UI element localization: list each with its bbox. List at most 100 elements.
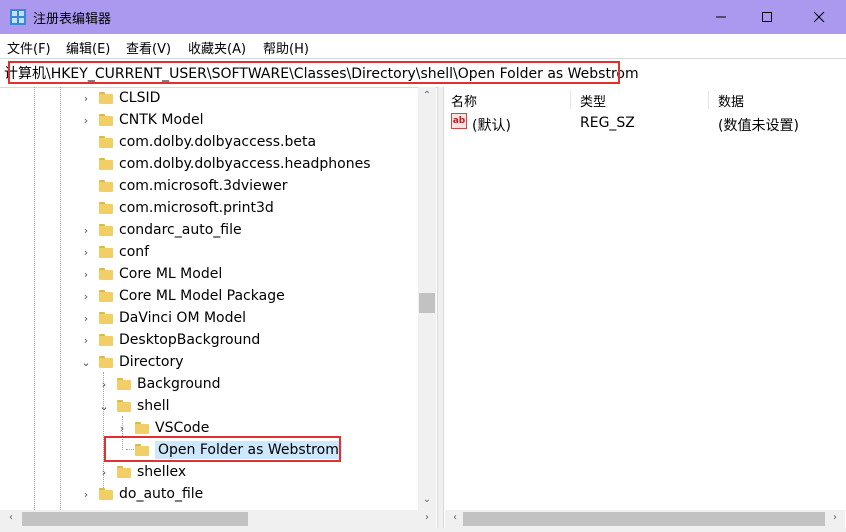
tree-item-core-ml-model-package[interactable]: › Core ML Model Package (79, 285, 285, 307)
folder-icon (99, 158, 113, 170)
tree-item-label: Core ML Model (119, 266, 223, 282)
scroll-left-arrow-icon[interactable]: ‹ (2, 512, 20, 523)
tree-item-label: com.microsoft.print3d (119, 200, 274, 216)
tree-item-conf[interactable]: › conf (79, 241, 149, 263)
close-icon (813, 11, 825, 23)
tree-item-label: DesktopBackground (119, 332, 261, 348)
menu-view[interactable]: 查看(V) (126, 38, 171, 57)
tree-horizontal-scroll-thumb[interactable] (22, 512, 248, 526)
tree-item-davinci-om-model[interactable]: › DaVinci OM Model (79, 307, 246, 329)
folder-icon (99, 92, 113, 104)
column-header-name[interactable]: 名称 (451, 91, 477, 110)
tree-item-label: conf (119, 244, 150, 260)
tree-item-label: CNTK Model (119, 112, 204, 128)
tree-item-label: shellex (137, 464, 187, 480)
maximize-button[interactable] (744, 0, 790, 34)
folder-icon (117, 378, 131, 390)
tree-item-directory[interactable]: ⌄ Directory (79, 351, 184, 373)
tree-item-dolbyaccess-headphones[interactable]: com.dolby.dolbyaccess.headphones (79, 153, 371, 175)
expand-icon (79, 201, 93, 215)
tree-item-condarc[interactable]: › condarc_auto_file (79, 219, 242, 241)
expand-icon[interactable]: › (79, 487, 93, 501)
expand-icon[interactable]: › (97, 377, 111, 391)
folder-icon (99, 114, 113, 126)
maximize-icon (762, 12, 772, 22)
expand-icon (79, 179, 93, 193)
tree-item-clsid[interactable]: › CLSID (79, 87, 161, 109)
folder-icon (99, 246, 113, 258)
tree-item-label: com.dolby.dolbyaccess.headphones (119, 156, 371, 172)
folder-icon (99, 202, 113, 214)
folder-icon (99, 180, 113, 192)
expand-icon[interactable]: › (79, 113, 93, 127)
expand-icon[interactable]: › (79, 311, 93, 325)
menu-file[interactable]: 文件(F) (7, 38, 51, 57)
expand-icon[interactable]: › (115, 421, 129, 435)
address-highlight-box (8, 61, 620, 84)
folder-icon (99, 488, 113, 500)
tree-item-label: Directory (119, 354, 184, 370)
string-value-icon: ab (451, 113, 467, 129)
menu-favorites[interactable]: 收藏夹(A) (188, 38, 246, 57)
minimize-button[interactable] (698, 0, 744, 34)
scroll-right-arrow-icon[interactable]: › (826, 512, 844, 523)
expand-icon[interactable]: › (79, 91, 93, 105)
folder-icon (99, 290, 113, 302)
folder-icon (135, 422, 149, 434)
expand-icon[interactable]: › (79, 245, 93, 259)
value-data: (数值未设置) (718, 118, 799, 134)
tree-item-label: CLSID (119, 90, 161, 106)
tree-item-do-auto-file[interactable]: › do_auto_file (79, 483, 203, 505)
expand-icon[interactable]: › (97, 465, 111, 479)
expand-icon[interactable]: › (79, 333, 93, 347)
value-type: REG_SZ (580, 115, 635, 131)
tree-item-label: Background (137, 376, 221, 392)
scroll-up-arrow-icon[interactable]: ⌃ (418, 90, 436, 101)
tree-item-core-ml-model[interactable]: › Core ML Model (79, 263, 222, 285)
minimize-icon (716, 16, 726, 18)
scroll-left-arrow-icon[interactable]: ‹ (446, 512, 464, 523)
tree-item-label: condarc_auto_file (119, 222, 242, 238)
column-header-data[interactable]: 数据 (718, 91, 744, 110)
tree-item-label: Core ML Model Package (119, 288, 285, 304)
expand-icon (79, 135, 93, 149)
list-horizontal-scroll-thumb[interactable] (463, 512, 825, 526)
tree-vertical-scroll-thumb[interactable] (419, 293, 435, 313)
expand-icon[interactable]: › (79, 289, 93, 303)
tree-item-shell[interactable]: ⌄ shell (97, 395, 170, 417)
scroll-right-arrow-icon[interactable]: › (418, 512, 436, 523)
close-button[interactable] (796, 0, 842, 34)
column-separator[interactable] (708, 91, 709, 109)
expand-icon[interactable]: › (79, 223, 93, 237)
pane-splitter[interactable] (437, 87, 444, 532)
tree-item-background[interactable]: › Background (97, 373, 221, 395)
tree-item-cntk-model[interactable]: › CNTK Model (79, 109, 204, 131)
tree-item-label: shell (137, 398, 170, 414)
column-header-type[interactable]: 类型 (580, 91, 606, 110)
expand-icon[interactable]: › (79, 267, 93, 281)
regedit-app-icon (10, 9, 26, 25)
tree-item-print3d[interactable]: com.microsoft.print3d (79, 197, 274, 219)
folder-icon (99, 334, 113, 346)
expand-icon (79, 157, 93, 171)
scroll-down-arrow-icon[interactable]: ⌄ (418, 494, 436, 505)
tree-item-desktopbackground[interactable]: › DesktopBackground (79, 329, 260, 351)
menu-help[interactable]: 帮助(H) (263, 38, 309, 57)
column-separator[interactable] (570, 91, 571, 109)
collapse-icon[interactable]: ⌄ (79, 355, 93, 369)
folder-icon (117, 466, 131, 478)
menu-bar: 文件(F) 编辑(E) 查看(V) 收藏夹(A) 帮助(H) (0, 34, 846, 58)
tree-guide-line (34, 87, 35, 510)
tree-item-label: VSCode (155, 420, 210, 436)
tree-item-label: do_auto_file (119, 486, 204, 502)
window-title: 注册表编辑器 (33, 12, 112, 27)
collapse-icon[interactable]: ⌄ (97, 399, 111, 413)
folder-icon (99, 136, 113, 148)
tree-item-3dviewer[interactable]: com.microsoft.3dviewer (79, 175, 287, 197)
value-name[interactable]: (默认) (472, 115, 511, 135)
tree-item-dolbyaccess-beta[interactable]: com.dolby.dolbyaccess.beta (79, 131, 316, 153)
menu-edit[interactable]: 编辑(E) (66, 38, 110, 57)
folder-icon (99, 224, 113, 236)
folder-icon (117, 400, 131, 412)
tree-item-shellex[interactable]: › shellex (97, 461, 186, 483)
